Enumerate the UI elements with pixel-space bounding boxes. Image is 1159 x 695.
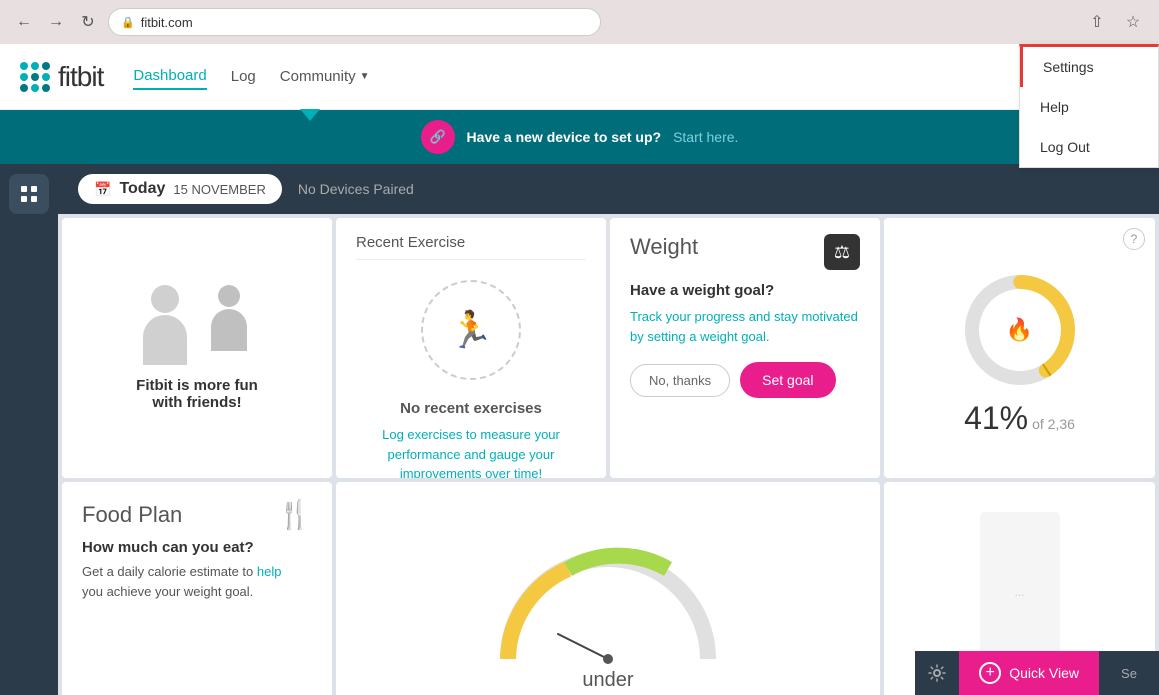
weight-title: Weight xyxy=(630,234,698,260)
widget-grid: Fitbit is more fun with friends! Recent … xyxy=(58,214,1159,695)
grid-icon xyxy=(20,185,38,203)
main-area: 📅 Today 15 NOVEMBER No Devices Paired xyxy=(0,164,1159,695)
widget-exercise: Recent Exercise 🏃 No recent exercises Lo… xyxy=(336,218,606,478)
food-header: Food Plan 🍴 xyxy=(82,498,312,531)
set-goal-button[interactable]: Set goal xyxy=(740,362,835,398)
fitbit-logo-text: fitbit xyxy=(58,61,103,93)
no-devices-text: No Devices Paired xyxy=(298,181,414,197)
notif-link[interactable]: Start here. xyxy=(673,129,738,145)
utensils-icon: 🍴 xyxy=(277,498,312,531)
partial-content: ... xyxy=(1014,585,1024,599)
food-title: Food Plan xyxy=(82,502,182,528)
share-button[interactable]: ⇧ xyxy=(1083,8,1111,36)
forward-button[interactable]: → xyxy=(44,10,68,34)
no-thanks-button[interactable]: No, thanks xyxy=(630,364,730,397)
person-silhouette-2 xyxy=(199,285,259,365)
weight-icon-btn[interactable]: ⚖ xyxy=(824,234,860,270)
weight-goal-title: Have a weight goal? xyxy=(630,282,860,299)
nav-community[interactable]: Community ▼ xyxy=(280,64,370,89)
widget-food: Food Plan 🍴 How much can you eat? Get a … xyxy=(62,482,332,695)
se-label: Se xyxy=(1121,666,1137,681)
donut-chart: 🔥 xyxy=(960,270,1080,390)
calorie-of: of 2,36 xyxy=(1032,416,1075,432)
dropdown-menu: Settings Help Log Out xyxy=(1019,44,1159,168)
weight-header: Weight ⚖ xyxy=(630,234,860,270)
quickview-label: Quick View xyxy=(1009,665,1079,681)
calorie-percentage: 41% xyxy=(964,400,1028,437)
weight-actions: No, thanks Set goal xyxy=(630,362,860,398)
food-subtitle: How much can you eat? xyxy=(82,539,312,556)
help-icon[interactable]: ? xyxy=(1123,228,1145,250)
gauge-label: under xyxy=(582,669,633,692)
lock-icon: 🔒 xyxy=(121,16,135,29)
chevron-down-icon: ▼ xyxy=(360,71,370,82)
browser-chrome: ← → ↻ 🔒 fitbit.com ⇧ ☆ xyxy=(0,0,1159,44)
widget-calorie: ? 🔥 41% xyxy=(884,218,1155,478)
notif-text: Have a new device to set up? xyxy=(467,129,662,145)
notification-bar: 🔗 Have a new device to set up? Start her… xyxy=(0,110,1159,164)
widget-friends: Fitbit is more fun with friends! xyxy=(62,218,332,478)
dropdown-logout[interactable]: Log Out xyxy=(1020,127,1158,167)
today-badge: 📅 Today 15 NOVEMBER xyxy=(78,174,282,204)
date-text: 15 NOVEMBER xyxy=(173,182,265,197)
notif-device-icon: 🔗 xyxy=(421,120,455,154)
dropdown-help[interactable]: Help xyxy=(1020,87,1158,127)
fitbit-navbar: fitbit Dashboard Log Community ▼ xyxy=(0,44,1159,110)
fitbit-logo[interactable]: fitbit xyxy=(20,61,103,93)
toolbar-se-button[interactable]: Se xyxy=(1099,651,1159,695)
no-exercise-text: No recent exercises xyxy=(356,400,586,417)
toolbar-quickview-button[interactable]: + Quick View xyxy=(959,651,1099,695)
sidebar-grid-button[interactable] xyxy=(9,174,49,214)
url-text: fitbit.com xyxy=(141,15,193,30)
settings-gear-icon xyxy=(928,664,946,682)
fitbit-dots-icon xyxy=(20,62,50,92)
nav-pointer xyxy=(300,109,320,121)
back-button[interactable]: ← xyxy=(12,10,36,34)
gauge-svg xyxy=(488,539,728,669)
flame-icon: 🔥 xyxy=(1006,317,1033,343)
dashboard: 📅 Today 15 NOVEMBER No Devices Paired xyxy=(58,164,1159,695)
friends-label: Fitbit is more fun with friends! xyxy=(136,377,258,411)
calendar-icon: 📅 xyxy=(94,181,111,198)
toolbar-settings-button[interactable] xyxy=(915,651,959,695)
widget-gauge: under xyxy=(336,482,880,695)
bookmark-button[interactable]: ☆ xyxy=(1119,8,1147,36)
food-desc: Get a daily calorie estimate to help you… xyxy=(82,562,312,601)
exercise-title: Recent Exercise xyxy=(356,234,586,260)
refresh-button[interactable]: ↻ xyxy=(76,10,100,34)
runner-icon: 🏃 xyxy=(449,309,494,351)
plus-circle-icon: + xyxy=(979,662,1001,684)
left-sidebar xyxy=(0,164,58,695)
dropdown-settings[interactable]: Settings xyxy=(1020,47,1158,87)
nav-links: Dashboard Log Community ▼ xyxy=(133,63,1063,90)
exercise-circle: 🏃 xyxy=(421,280,521,380)
widget-weight: Weight ⚖ Have a weight goal? Track your … xyxy=(610,218,880,478)
today-label: Today xyxy=(119,180,165,198)
nav-log[interactable]: Log xyxy=(231,64,256,89)
bottom-toolbar: + Quick View Se xyxy=(915,651,1159,695)
dashboard-header: 📅 Today 15 NOVEMBER No Devices Paired xyxy=(58,164,1159,214)
nav-dashboard[interactable]: Dashboard xyxy=(133,63,206,90)
exercise-desc: Log exercises to measure your performanc… xyxy=(356,425,586,478)
friends-illustration xyxy=(135,285,259,365)
url-bar[interactable]: 🔒 fitbit.com xyxy=(108,8,601,36)
scale-icon: ⚖ xyxy=(834,242,850,263)
person-silhouette-1 xyxy=(135,285,195,365)
weight-desc: Track your progress and stay motivated b… xyxy=(630,307,860,346)
